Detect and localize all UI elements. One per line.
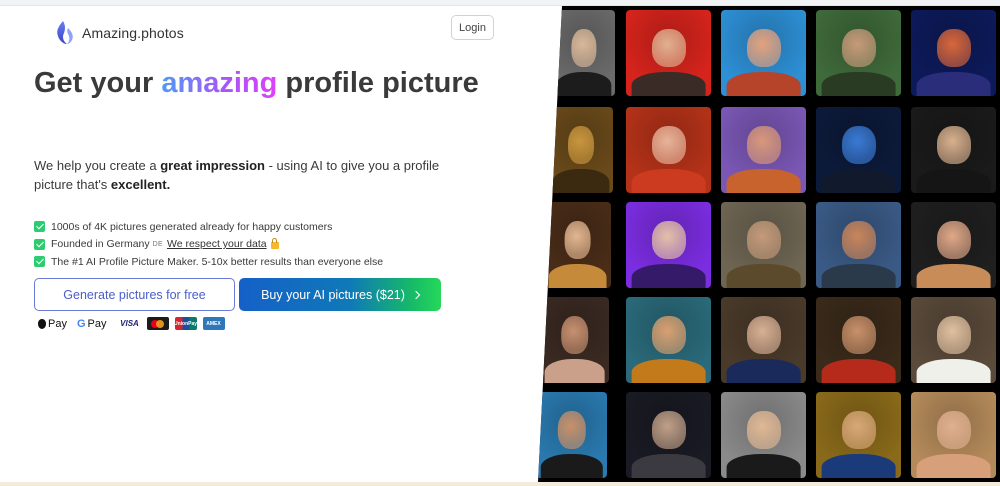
portrait-thumbnail [552, 10, 615, 96]
portrait-thumbnail [911, 10, 996, 96]
portrait-thumbnail [911, 297, 996, 383]
bottom-strip [0, 482, 1000, 486]
portrait-thumbnail [626, 10, 711, 96]
portrait-thumbnail [544, 202, 611, 288]
portrait-thumbnail [538, 392, 607, 478]
chevron-right-icon [411, 290, 421, 299]
check-icon [34, 221, 45, 233]
check-icon [34, 238, 45, 250]
portrait-thumbnail [911, 202, 996, 288]
google-pay-text: Pay [87, 317, 107, 330]
buy-button-label: Buy your AI pictures ($21) [261, 287, 405, 302]
portrait-thumbnail [626, 297, 711, 383]
title-post: profile picture [277, 67, 479, 99]
portrait-thumbnail [721, 297, 806, 383]
portrait-thumbnail [548, 107, 613, 193]
hero-panel: Amazing.photos Login Get your amazing pr… [0, 6, 560, 482]
portrait-thumbnail [816, 107, 901, 193]
portrait-thumbnail [816, 202, 901, 288]
privacy-link[interactable]: We respect your data [167, 238, 267, 250]
portrait-gallery [538, 6, 1000, 482]
brand-name: Amazing.photos [82, 25, 184, 41]
portrait-thumbnail [626, 202, 711, 288]
buy-pictures-button[interactable]: Buy your AI pictures ($21) [239, 278, 441, 311]
login-button[interactable]: Login [451, 15, 494, 40]
portrait-thumbnail [721, 202, 806, 288]
portrait-thumbnail [721, 392, 806, 478]
payment-methods: Pay G Pay VISA UnionPay AMEX [38, 317, 225, 330]
portrait-thumbnail [721, 10, 806, 96]
feature-list: 1000s of 4K pictures generated already f… [34, 218, 383, 271]
apple-pay-badge: Pay [38, 318, 67, 330]
feature-text: The #1 AI Profile Picture Maker. 5-10x b… [51, 255, 384, 268]
feature-item: The #1 AI Profile Picture Maker. 5-10x b… [34, 253, 383, 271]
portrait-thumbnail [911, 107, 996, 193]
google-icon: G [76, 317, 86, 330]
portrait-thumbnail [626, 392, 711, 478]
generate-free-button[interactable]: Generate pictures for free [34, 278, 235, 311]
visa-card-icon: VISA [118, 317, 141, 330]
title-pre: Get your [34, 67, 162, 99]
amex-card-icon: AMEX [202, 317, 225, 330]
google-pay-badge: G Pay [77, 318, 107, 330]
sub-bold-1: great impression [160, 158, 265, 173]
portrait-thumbnail [816, 10, 901, 96]
portrait-thumbnail [626, 107, 711, 193]
portrait-thumbnail [816, 392, 901, 478]
portrait-thumbnail [816, 297, 901, 383]
feature-text: Founded in Germany [51, 238, 150, 251]
check-icon [34, 256, 45, 268]
page-title: Get your amazing profile picture [34, 68, 514, 99]
feature-item: Founded in Germany DE We respect your da… [34, 236, 383, 254]
apple-pay-text: Pay [48, 317, 67, 330]
sub-text-1: We help you create a [34, 158, 161, 173]
portrait-thumbnail [911, 392, 996, 478]
hero-subtitle: We help you create a great impression - … [34, 156, 454, 194]
title-highlight: amazing [161, 67, 278, 99]
lock-icon [270, 237, 279, 249]
portrait-thumbnail [540, 297, 609, 383]
sub-bold-2: excellent. [110, 177, 171, 192]
germany-flag-label: DE [152, 240, 163, 248]
mastercard-icon [146, 317, 169, 330]
portrait-thumbnail [721, 107, 806, 193]
unionpay-card-icon: UnionPay [174, 317, 197, 330]
flame-logo-icon [57, 21, 73, 44]
feature-item: 1000s of 4K pictures generated already f… [34, 218, 383, 236]
feature-text: 1000s of 4K pictures generated already f… [51, 220, 333, 233]
apple-icon [38, 318, 46, 329]
brand-logo-link[interactable]: Amazing.photos [54, 20, 184, 46]
